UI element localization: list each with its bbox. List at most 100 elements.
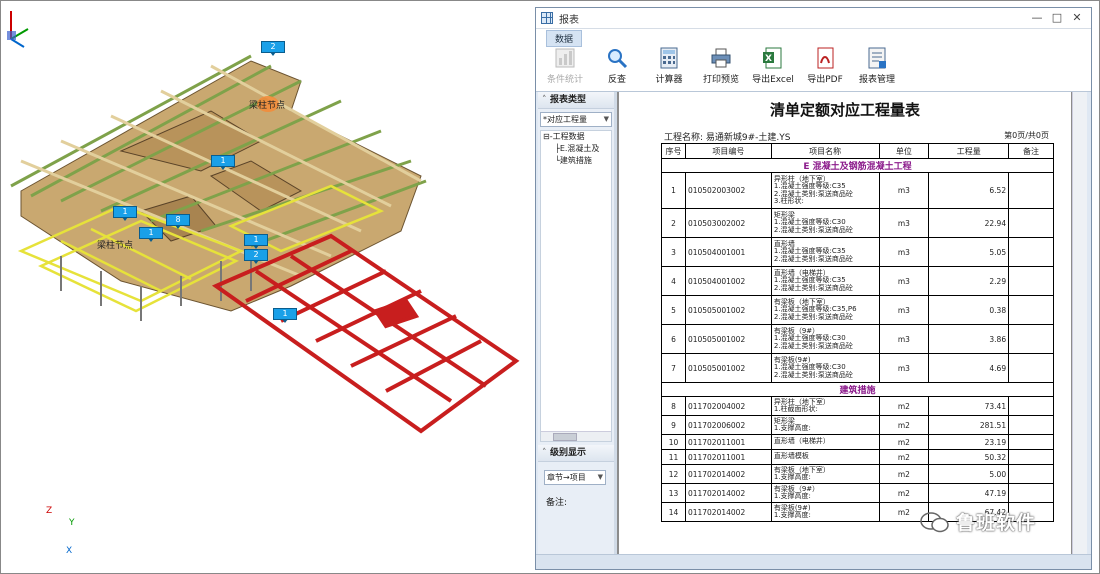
report-type-section-header[interactable]: ˄ 报表类型 bbox=[538, 92, 614, 109]
item-name: 矩形梁 1.支撑高度: bbox=[770, 415, 880, 435]
report-manage-button[interactable]: 报表管理 bbox=[854, 47, 900, 85]
remark bbox=[1008, 396, 1054, 416]
chevron-down-icon: ▼ bbox=[603, 115, 609, 123]
minimize-button[interactable]: — bbox=[1027, 10, 1047, 26]
item-code: 011702006002 bbox=[684, 415, 772, 435]
item-name-line: 1.柱截面形状: bbox=[773, 405, 818, 413]
item-code: 010504001001 bbox=[684, 237, 772, 267]
page-indicator: 第0页/共0页 bbox=[1004, 131, 1049, 140]
quantity: 22.94 bbox=[928, 208, 1010, 238]
ribbon-toolbar: 数据 条件统计 反查 计算器 打印预览 X 导出Excel 导出PDF 报表管理 bbox=[536, 29, 1091, 92]
report-window: 报表 — □ ✕ 数据 条件统计 反查 计算器 打印预览 X 导出Excel 导… bbox=[535, 7, 1092, 570]
unit: m2 bbox=[878, 464, 930, 484]
item-name: 异形柱（地下室） 1.混凝土强度等级:C35 2.混凝土类别:泵送商品砼 3.柱形状: bbox=[770, 172, 880, 209]
watermark-text: 鲁班软件 bbox=[956, 512, 1037, 534]
project-name: 工程名称: 易通新城9#-土建.YS bbox=[664, 133, 791, 143]
maximize-button[interactable]: □ bbox=[1047, 10, 1067, 26]
unit: m2 bbox=[878, 396, 930, 416]
export-pdf-label: 导出PDF bbox=[807, 75, 843, 85]
report-side-panel: ˄ 报表类型 *对应工程量 ▼ ⊟-工程数据 ├E.混凝土及 └建筑措施 ˄ 级别显示… bbox=[538, 92, 614, 556]
export-pdf-button[interactable]: 导出PDF bbox=[802, 47, 848, 85]
table-row[interactable]: 8 011702004002 异形柱（地下室） 1.柱截面形状: m2 73.41 bbox=[661, 396, 1054, 416]
table-row[interactable]: 11 011702011001 直形墙模板 m2 50.32 bbox=[661, 449, 1054, 465]
red-slab-frame bbox=[211, 233, 520, 434]
quantity: 5.05 bbox=[928, 237, 1010, 267]
node-label: 梁柱节点 bbox=[249, 101, 286, 111]
remark bbox=[1008, 295, 1054, 325]
close-button[interactable]: ✕ bbox=[1067, 10, 1087, 26]
table-row[interactable]: 12 011702014002 有梁板（地下室） 1.支撑高度: m2 5.00 bbox=[661, 464, 1054, 484]
row-number: 9 bbox=[661, 415, 686, 435]
window-title: 报表 bbox=[559, 14, 579, 26]
item-name-line: 2.混凝土类别:泵送商品砼 bbox=[773, 225, 853, 234]
report-vertical-scrollbar[interactable] bbox=[1072, 92, 1087, 556]
tree-item[interactable]: ├E.混凝土及 bbox=[541, 143, 611, 155]
level-section-header[interactable]: ˄ 级别显示 bbox=[538, 445, 614, 462]
row-number: 6 bbox=[661, 324, 686, 354]
print-preview-button[interactable]: 打印预览 bbox=[698, 47, 744, 85]
model-marker[interactable]: 1 bbox=[273, 308, 297, 323]
export-excel-button[interactable]: X 导出Excel bbox=[750, 47, 796, 85]
row-number: 14 bbox=[661, 502, 686, 522]
model-marker[interactable]: 2 bbox=[261, 41, 285, 56]
table-row[interactable]: 2 010503002002 矩形梁 1.混凝土强度等级:C30 2.混凝土类别:泵送商… bbox=[661, 208, 1054, 238]
table-row[interactable]: 6 010505001002 有梁板（9#） 1.混凝土强度等级:C30 2.混凝土类别… bbox=[661, 324, 1054, 354]
building-model bbox=[10, 54, 520, 434]
model-marker[interactable]: 1 bbox=[113, 206, 137, 221]
tree-horizontal-scrollbar[interactable] bbox=[541, 431, 611, 441]
ribbon-tab-data[interactable]: 数据 bbox=[546, 30, 583, 47]
calculator-label: 计算器 bbox=[655, 75, 683, 85]
item-code: 011702011001 bbox=[684, 434, 772, 450]
chevron-down-icon: ▼ bbox=[597, 473, 603, 481]
table-icon bbox=[541, 12, 553, 24]
item-name: 直形墙（电梯井） 1.混凝土强度等级:C35 2.混凝土类别:泵送商品砼 bbox=[770, 266, 880, 296]
level-title: 级别显示 bbox=[550, 448, 587, 458]
unit: m2 bbox=[878, 449, 930, 465]
unit: m3 bbox=[878, 237, 930, 267]
quantity: 6.52 bbox=[928, 172, 1010, 209]
item-name: 直形墙模板 bbox=[770, 449, 880, 465]
tree-root[interactable]: ⊟-工程数据 bbox=[541, 131, 611, 143]
table-row[interactable]: 1 010502003002 异形柱（地下室） 1.混凝土强度等级:C35 2.混凝土类… bbox=[661, 172, 1054, 209]
row-number: 10 bbox=[661, 434, 686, 450]
note-label: 备注: bbox=[546, 498, 568, 508]
model-marker[interactable]: 8 bbox=[166, 214, 190, 229]
watermark: 鲁班软件 bbox=[920, 508, 1036, 535]
report-type-select[interactable]: *对应工程量 ▼ bbox=[540, 112, 612, 127]
table-row[interactable]: 5 010505001002 有梁板（地下室） 1.混凝土强度等级:C35,P6 2.混… bbox=[661, 295, 1054, 325]
scrollbar-thumb[interactable] bbox=[553, 433, 577, 441]
3d-model-viewport[interactable]: 2 1 1 8 1 1 2 1 梁柱节点 梁柱节点 Z Y X bbox=[1, 1, 535, 572]
item-name: 有梁板（地下室） 1.混凝土强度等级:C35,P6 2.混凝土类别:泵送商品砼 bbox=[770, 295, 880, 325]
unit: m3 bbox=[878, 353, 930, 383]
tree-root-label: 工程数据 bbox=[552, 132, 585, 141]
table-row[interactable]: 4 010504001002 直形墙（电梯井） 1.混凝土强度等级:C35 2.混凝土类… bbox=[661, 266, 1054, 296]
col-header: 单位 bbox=[878, 143, 930, 159]
table-row[interactable]: 9 011702006002 矩形梁 1.支撑高度: m2 281.51 bbox=[661, 415, 1054, 435]
node-label: 梁柱节点 bbox=[97, 241, 134, 251]
item-name-line: 1.支撑高度: bbox=[773, 424, 811, 432]
quantity: 3.86 bbox=[928, 324, 1010, 354]
table-row[interactable]: 7 010505001002 有梁板(9#) 1.混凝土强度等级:C30 2.混凝土类别… bbox=[661, 353, 1054, 383]
condition-stats-button[interactable]: 条件统计 bbox=[542, 47, 588, 85]
model-marker[interactable]: 1 bbox=[211, 155, 235, 170]
reverse-lookup-button[interactable]: 反查 bbox=[594, 47, 640, 85]
unit: m3 bbox=[878, 172, 930, 209]
row-number: 12 bbox=[661, 464, 686, 484]
tree-item[interactable]: └建筑措施 bbox=[541, 155, 611, 167]
tree-item-label: 建筑措施 bbox=[559, 156, 592, 165]
table-row[interactable]: 10 011702011001 直形墙（电梯井） m2 23.19 bbox=[661, 434, 1054, 450]
item-code: 010505001002 bbox=[684, 353, 772, 383]
table-row[interactable]: 3 010504001001 直形墙 1.混凝土强度等级:C35 2.混凝土类别:泵送商… bbox=[661, 237, 1054, 267]
model-marker[interactable]: 1 bbox=[244, 234, 268, 249]
quantity-table: 序号 项目编号 项目名称 单位 工程量 备注 E 混凝土及钢筋混凝土工程 1 010… bbox=[661, 143, 1054, 522]
col-header: 工程量 bbox=[928, 143, 1010, 159]
item-name: 有梁板（9#） 1.混凝土强度等级:C30 2.混凝土类别:泵送商品砼 bbox=[770, 324, 880, 354]
item-code: 010503002002 bbox=[684, 208, 772, 238]
model-marker[interactable]: 1 bbox=[139, 227, 163, 242]
report-type-title: 报表类型 bbox=[550, 95, 587, 105]
table-row[interactable]: 13 011702014002 有梁板（9#） 1.支撑高度: m2 47.19 bbox=[661, 483, 1054, 503]
model-marker[interactable]: 2 bbox=[244, 249, 268, 264]
item-code: 011702004002 bbox=[684, 396, 772, 416]
level-select[interactable]: 章节→项目 ▼ bbox=[544, 470, 606, 485]
calculator-button[interactable]: 计算器 bbox=[646, 47, 692, 85]
